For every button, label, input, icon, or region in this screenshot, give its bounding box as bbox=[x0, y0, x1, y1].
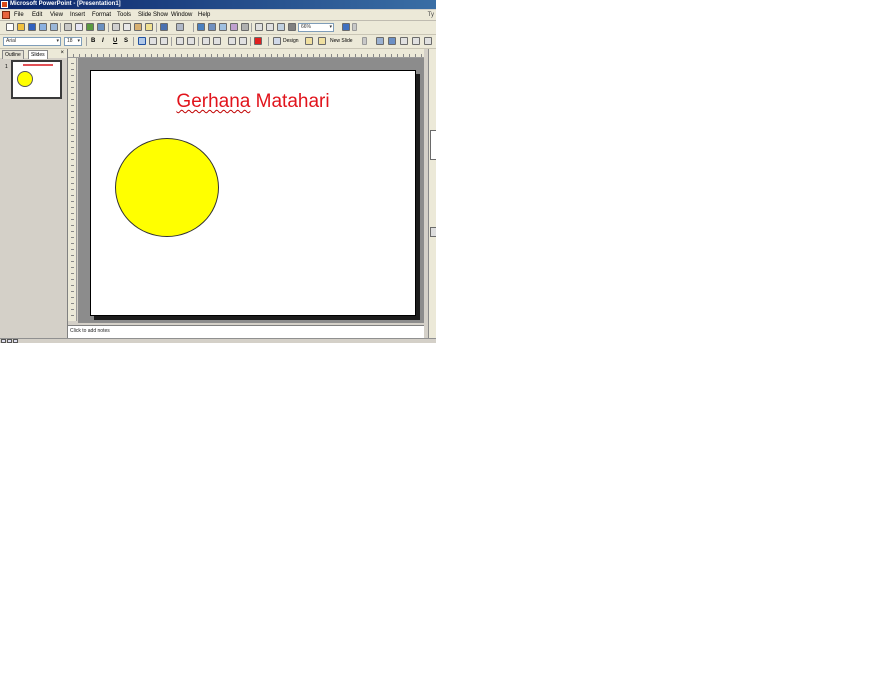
bold-button[interactable]: B bbox=[91, 37, 95, 46]
align-center-icon[interactable] bbox=[149, 37, 157, 45]
print-preview-icon[interactable] bbox=[75, 23, 83, 31]
email-icon[interactable] bbox=[50, 23, 58, 31]
align-right-icon[interactable] bbox=[160, 37, 168, 45]
save-disk-icon[interactable] bbox=[28, 23, 36, 31]
slide-workspace: Gerhana Matahari bbox=[78, 58, 424, 323]
show-grid-icon[interactable] bbox=[277, 23, 285, 31]
increase-font-icon[interactable] bbox=[202, 37, 210, 45]
redo-icon[interactable] bbox=[176, 23, 184, 31]
insert-diagram-icon[interactable] bbox=[219, 23, 227, 31]
menu-help[interactable]: Help bbox=[198, 10, 210, 20]
decrease-indent-icon[interactable] bbox=[228, 37, 236, 45]
close-pane-icon[interactable]: × bbox=[60, 49, 64, 58]
menu-format[interactable]: Format bbox=[92, 10, 111, 20]
insert-table-icon[interactable] bbox=[208, 23, 216, 31]
show-formatting-icon[interactable] bbox=[266, 23, 274, 31]
menu-window[interactable]: Window bbox=[171, 10, 192, 20]
select-objects-icon[interactable] bbox=[388, 37, 396, 45]
sun-circle-shape[interactable] bbox=[115, 138, 219, 237]
underline-button[interactable]: U bbox=[113, 37, 117, 46]
new-slide-button[interactable]: New Slide bbox=[330, 37, 353, 46]
menu-bar: File Edit View Insert Format Tools Slide… bbox=[0, 10, 436, 21]
formatting-toolbar: Arial ▾ 18 ▾ B I U S Design New Slide bbox=[0, 35, 436, 49]
window-title: Microsoft PowerPoint - [Presentation1] bbox=[10, 1, 121, 7]
font-color-icon[interactable] bbox=[254, 37, 262, 45]
paste-icon[interactable] bbox=[134, 23, 142, 31]
menu-view[interactable]: View bbox=[50, 10, 63, 20]
new-doc-icon[interactable] bbox=[6, 23, 14, 31]
thumbnail-circle bbox=[17, 71, 33, 87]
undo-icon[interactable] bbox=[160, 23, 168, 31]
pane-tabs: Outline Slides × bbox=[0, 49, 67, 59]
slide-thumbnail[interactable] bbox=[11, 60, 62, 99]
copy-icon[interactable] bbox=[123, 23, 131, 31]
horizontal-ruler[interactable] bbox=[68, 49, 424, 58]
standard-toolbar: 66% ▾ bbox=[0, 21, 436, 35]
cut-icon[interactable] bbox=[112, 23, 120, 31]
tab-outline[interactable]: Outline bbox=[2, 50, 24, 59]
font-size-select[interactable]: 18 ▾ bbox=[64, 37, 82, 46]
thumbnail-title bbox=[23, 64, 53, 66]
powerpoint-window: Microsoft PowerPoint - [Presentation1] F… bbox=[0, 0, 436, 343]
color-grayscale-icon[interactable] bbox=[288, 23, 296, 31]
design-icon[interactable] bbox=[273, 37, 281, 45]
permission-icon[interactable] bbox=[39, 23, 47, 31]
help-icon[interactable] bbox=[342, 23, 350, 31]
new-slide-icon-2[interactable] bbox=[318, 37, 326, 45]
menu-file[interactable]: File bbox=[14, 10, 24, 20]
toolbar-options-icon[interactable] bbox=[352, 23, 357, 31]
insert-chart-icon[interactable] bbox=[197, 23, 205, 31]
spelling-icon[interactable] bbox=[86, 23, 94, 31]
format-painter-icon[interactable] bbox=[145, 23, 153, 31]
task-pane bbox=[428, 49, 436, 339]
align-left-icon[interactable] bbox=[138, 37, 146, 45]
menu-slide-show[interactable]: Slide Show bbox=[138, 10, 168, 20]
italic-button[interactable]: I bbox=[102, 37, 104, 46]
format-options-icon[interactable] bbox=[362, 37, 367, 45]
autoshapes-icon[interactable] bbox=[412, 37, 420, 45]
draw-icon[interactable] bbox=[376, 37, 384, 45]
notes-pane[interactable]: Click to add notes bbox=[68, 325, 424, 339]
slide-title[interactable]: Gerhana Matahari bbox=[91, 91, 415, 113]
slideshow-view-button[interactable] bbox=[13, 339, 18, 343]
arrow-tool-icon[interactable] bbox=[400, 37, 408, 45]
slide-number: 1 bbox=[5, 64, 8, 70]
numbering-icon[interactable] bbox=[176, 37, 184, 45]
decrease-font-icon[interactable] bbox=[213, 37, 221, 45]
ask-question-box[interactable]: Ty bbox=[428, 10, 434, 20]
title-word-gerhana: Gerhana bbox=[176, 91, 251, 112]
document-icon[interactable] bbox=[2, 11, 10, 19]
vertical-ruler[interactable] bbox=[68, 58, 77, 321]
status-bar bbox=[0, 338, 436, 343]
slides-pane: Outline Slides × 1 bbox=[0, 49, 68, 338]
shadow-button[interactable]: S bbox=[124, 37, 128, 46]
new-slide-icon[interactable] bbox=[305, 37, 313, 45]
zoom-select[interactable]: 66% ▾ bbox=[298, 23, 334, 32]
task-pane-button[interactable] bbox=[430, 227, 436, 237]
line-tool-icon[interactable] bbox=[424, 37, 432, 45]
tab-slides[interactable]: Slides bbox=[28, 50, 48, 59]
bullets-icon[interactable] bbox=[187, 37, 195, 45]
font-name-select[interactable]: Arial ▾ bbox=[3, 37, 61, 46]
notes-placeholder: Click to add notes bbox=[70, 328, 110, 334]
task-pane-panel[interactable] bbox=[430, 130, 436, 160]
expand-all-icon[interactable] bbox=[255, 23, 263, 31]
insert-picture-icon[interactable] bbox=[230, 23, 238, 31]
slide-sorter-view-button[interactable] bbox=[7, 339, 12, 343]
title-bar: Microsoft PowerPoint - [Presentation1] bbox=[0, 0, 436, 9]
normal-view-button[interactable] bbox=[1, 339, 6, 343]
research-icon[interactable] bbox=[97, 23, 105, 31]
design-button[interactable]: Design bbox=[283, 37, 299, 46]
open-folder-icon[interactable] bbox=[17, 23, 25, 31]
title-word-matahari: Matahari bbox=[250, 91, 330, 112]
slide-canvas[interactable]: Gerhana Matahari bbox=[90, 70, 416, 316]
clip-art-icon[interactable] bbox=[241, 23, 249, 31]
menu-tools[interactable]: Tools bbox=[117, 10, 131, 20]
powerpoint-app-icon[interactable] bbox=[1, 1, 8, 8]
menu-edit[interactable]: Edit bbox=[32, 10, 42, 20]
increase-indent-icon[interactable] bbox=[239, 37, 247, 45]
print-icon[interactable] bbox=[64, 23, 72, 31]
menu-insert[interactable]: Insert bbox=[70, 10, 85, 20]
